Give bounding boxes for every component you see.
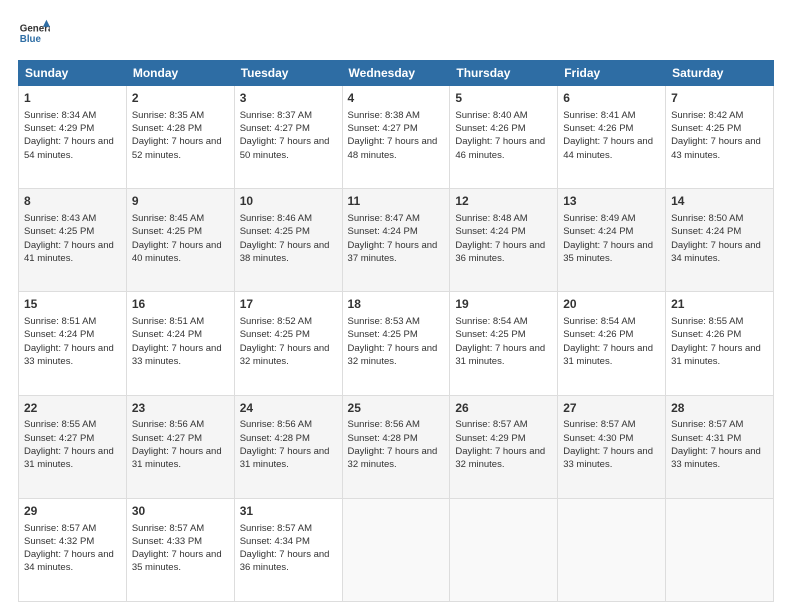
calendar-cell: 19Sunrise: 8:54 AMSunset: 4:25 PMDayligh… — [450, 292, 558, 395]
calendar-cell: 29Sunrise: 8:57 AMSunset: 4:32 PMDayligh… — [19, 498, 127, 601]
day-number: 11 — [348, 193, 445, 210]
calendar-cell: 10Sunrise: 8:46 AMSunset: 4:25 PMDayligh… — [234, 189, 342, 292]
day-number: 7 — [671, 90, 768, 107]
calendar-table: SundayMondayTuesdayWednesdayThursdayFrid… — [18, 60, 774, 602]
calendar-cell: 18Sunrise: 8:53 AMSunset: 4:25 PMDayligh… — [342, 292, 450, 395]
calendar-cell: 16Sunrise: 8:51 AMSunset: 4:24 PMDayligh… — [126, 292, 234, 395]
day-number: 31 — [240, 503, 337, 520]
calendar-week-row: 22Sunrise: 8:55 AMSunset: 4:27 PMDayligh… — [19, 395, 774, 498]
day-number: 1 — [24, 90, 121, 107]
calendar-cell: 17Sunrise: 8:52 AMSunset: 4:25 PMDayligh… — [234, 292, 342, 395]
calendar-cell: 21Sunrise: 8:55 AMSunset: 4:26 PMDayligh… — [666, 292, 774, 395]
calendar-cell — [558, 498, 666, 601]
calendar-cell: 14Sunrise: 8:50 AMSunset: 4:24 PMDayligh… — [666, 189, 774, 292]
calendar-cell: 23Sunrise: 8:56 AMSunset: 4:27 PMDayligh… — [126, 395, 234, 498]
calendar-cell — [666, 498, 774, 601]
calendar-cell: 6Sunrise: 8:41 AMSunset: 4:26 PMDaylight… — [558, 86, 666, 189]
calendar-cell: 25Sunrise: 8:56 AMSunset: 4:28 PMDayligh… — [342, 395, 450, 498]
calendar-cell — [342, 498, 450, 601]
day-header: Friday — [558, 61, 666, 86]
day-number: 23 — [132, 400, 229, 417]
day-header: Thursday — [450, 61, 558, 86]
calendar-cell: 20Sunrise: 8:54 AMSunset: 4:26 PMDayligh… — [558, 292, 666, 395]
day-number: 12 — [455, 193, 552, 210]
day-number: 6 — [563, 90, 660, 107]
day-number: 28 — [671, 400, 768, 417]
svg-text:Blue: Blue — [20, 34, 42, 45]
day-number: 8 — [24, 193, 121, 210]
calendar-cell: 3Sunrise: 8:37 AMSunset: 4:27 PMDaylight… — [234, 86, 342, 189]
day-header: Tuesday — [234, 61, 342, 86]
logo: General Blue — [18, 18, 50, 50]
day-number: 26 — [455, 400, 552, 417]
calendar-cell: 22Sunrise: 8:55 AMSunset: 4:27 PMDayligh… — [19, 395, 127, 498]
day-number: 9 — [132, 193, 229, 210]
day-number: 19 — [455, 296, 552, 313]
day-number: 14 — [671, 193, 768, 210]
header: General Blue — [18, 18, 774, 50]
calendar-cell: 2Sunrise: 8:35 AMSunset: 4:28 PMDaylight… — [126, 86, 234, 189]
day-header: Wednesday — [342, 61, 450, 86]
calendar-cell: 5Sunrise: 8:40 AMSunset: 4:26 PMDaylight… — [450, 86, 558, 189]
day-number: 29 — [24, 503, 121, 520]
calendar-body: 1Sunrise: 8:34 AMSunset: 4:29 PMDaylight… — [19, 86, 774, 602]
day-number: 24 — [240, 400, 337, 417]
day-header: Monday — [126, 61, 234, 86]
day-number: 15 — [24, 296, 121, 313]
calendar-cell: 12Sunrise: 8:48 AMSunset: 4:24 PMDayligh… — [450, 189, 558, 292]
logo-icon: General Blue — [18, 18, 50, 50]
calendar-header-row: SundayMondayTuesdayWednesdayThursdayFrid… — [19, 61, 774, 86]
day-number: 2 — [132, 90, 229, 107]
day-number: 22 — [24, 400, 121, 417]
page: General Blue SundayMondayTuesdayWednesda… — [0, 0, 792, 612]
day-number: 17 — [240, 296, 337, 313]
day-number: 18 — [348, 296, 445, 313]
calendar-week-row: 1Sunrise: 8:34 AMSunset: 4:29 PMDaylight… — [19, 86, 774, 189]
calendar-cell: 30Sunrise: 8:57 AMSunset: 4:33 PMDayligh… — [126, 498, 234, 601]
calendar-cell: 8Sunrise: 8:43 AMSunset: 4:25 PMDaylight… — [19, 189, 127, 292]
day-number: 21 — [671, 296, 768, 313]
calendar-week-row: 29Sunrise: 8:57 AMSunset: 4:32 PMDayligh… — [19, 498, 774, 601]
calendar-cell: 28Sunrise: 8:57 AMSunset: 4:31 PMDayligh… — [666, 395, 774, 498]
calendar-cell: 13Sunrise: 8:49 AMSunset: 4:24 PMDayligh… — [558, 189, 666, 292]
calendar-week-row: 8Sunrise: 8:43 AMSunset: 4:25 PMDaylight… — [19, 189, 774, 292]
calendar-cell: 11Sunrise: 8:47 AMSunset: 4:24 PMDayligh… — [342, 189, 450, 292]
calendar-cell: 9Sunrise: 8:45 AMSunset: 4:25 PMDaylight… — [126, 189, 234, 292]
calendar-cell: 26Sunrise: 8:57 AMSunset: 4:29 PMDayligh… — [450, 395, 558, 498]
day-number: 30 — [132, 503, 229, 520]
calendar-cell: 31Sunrise: 8:57 AMSunset: 4:34 PMDayligh… — [234, 498, 342, 601]
calendar-week-row: 15Sunrise: 8:51 AMSunset: 4:24 PMDayligh… — [19, 292, 774, 395]
calendar-cell: 24Sunrise: 8:56 AMSunset: 4:28 PMDayligh… — [234, 395, 342, 498]
calendar-cell: 27Sunrise: 8:57 AMSunset: 4:30 PMDayligh… — [558, 395, 666, 498]
day-number: 4 — [348, 90, 445, 107]
day-number: 25 — [348, 400, 445, 417]
day-number: 13 — [563, 193, 660, 210]
calendar-cell: 4Sunrise: 8:38 AMSunset: 4:27 PMDaylight… — [342, 86, 450, 189]
day-header: Saturday — [666, 61, 774, 86]
day-number: 16 — [132, 296, 229, 313]
day-number: 27 — [563, 400, 660, 417]
day-number: 20 — [563, 296, 660, 313]
day-header: Sunday — [19, 61, 127, 86]
day-number: 10 — [240, 193, 337, 210]
calendar-cell: 7Sunrise: 8:42 AMSunset: 4:25 PMDaylight… — [666, 86, 774, 189]
day-number: 3 — [240, 90, 337, 107]
calendar-cell: 15Sunrise: 8:51 AMSunset: 4:24 PMDayligh… — [19, 292, 127, 395]
day-number: 5 — [455, 90, 552, 107]
calendar-cell: 1Sunrise: 8:34 AMSunset: 4:29 PMDaylight… — [19, 86, 127, 189]
calendar-cell — [450, 498, 558, 601]
